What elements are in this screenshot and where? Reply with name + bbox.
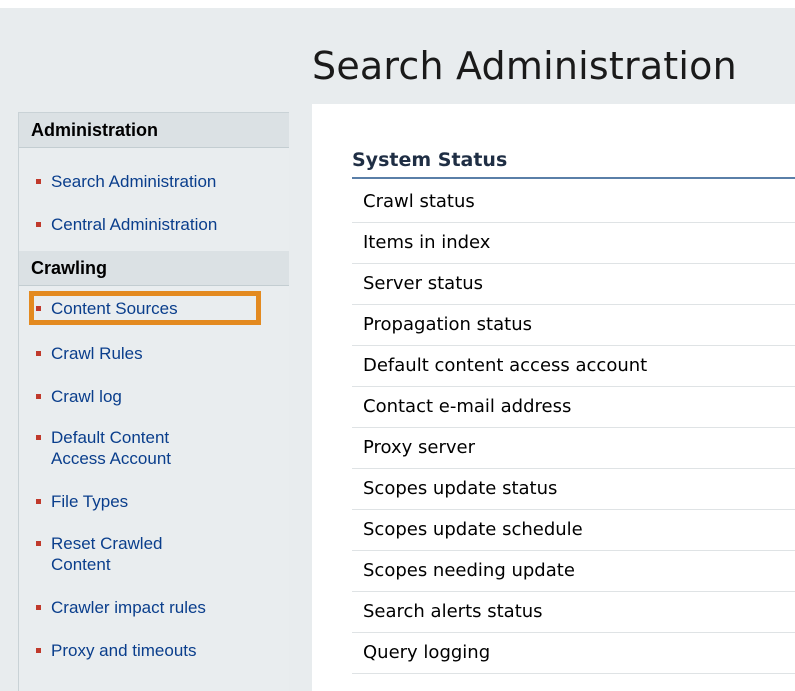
top-strip: [0, 0, 795, 8]
page-title: Search Administration: [312, 44, 737, 88]
bullet-icon: [36, 306, 41, 311]
bullet-icon: [36, 351, 41, 356]
system-status-heading: System Status: [352, 149, 795, 179]
quick-launch-panel: Administration Search Administration Cen…: [18, 112, 289, 691]
nav-item-label: Search Administration: [51, 172, 217, 191]
nav-item-label: Crawl log: [51, 387, 122, 406]
bullet-icon: [36, 394, 41, 399]
nav-item-label: Content Sources: [51, 299, 178, 318]
nav-item-label: Reset Crawled: [51, 534, 163, 553]
status-row: Server status: [352, 265, 795, 305]
bullet-icon: [36, 605, 41, 610]
status-row: Query logging: [352, 634, 795, 674]
status-row: Scopes update status: [352, 470, 795, 510]
bullet-icon: [36, 435, 41, 440]
nav-heading-administration: Administration: [19, 113, 289, 148]
nav-item-label: File Types: [51, 492, 129, 511]
page-header: Search Administration: [0, 8, 795, 104]
status-row: Scopes needing update: [352, 552, 795, 592]
nav-item-label: Default Content: [51, 428, 170, 447]
status-row: Contact e-mail address: [352, 388, 795, 428]
status-row: Items in index: [352, 224, 795, 264]
main-content: System Status Crawl status Items in inde…: [312, 104, 795, 691]
bullet-icon: [36, 222, 41, 227]
status-row: Crawl status: [352, 183, 795, 223]
bullet-icon: [36, 541, 41, 546]
status-row: Default content access account: [352, 347, 795, 387]
nav-item-label: Crawl Rules: [51, 344, 143, 363]
bullet-icon: [36, 179, 41, 184]
left-navigation: Administration Search Administration Cen…: [0, 104, 312, 691]
search-admin-page: Search Administration Administration Sea…: [0, 0, 795, 691]
nav-item-label: Crawler impact rules: [51, 598, 206, 617]
nav-item-label: Proxy and timeouts: [51, 641, 197, 660]
bullet-icon: [36, 499, 41, 504]
nav-item-label-line2: Access Account: [51, 449, 172, 468]
nav-heading-crawling: Crawling: [19, 251, 289, 286]
status-row: Proxy server: [352, 429, 795, 469]
status-row: Scopes update schedule: [352, 511, 795, 551]
nav-item-label: Central Administration: [51, 215, 218, 234]
bullet-icon: [36, 648, 41, 653]
status-row: Propagation status: [352, 306, 795, 346]
nav-item-label-line2: Content: [51, 555, 111, 574]
status-row: Search alerts status: [352, 593, 795, 633]
